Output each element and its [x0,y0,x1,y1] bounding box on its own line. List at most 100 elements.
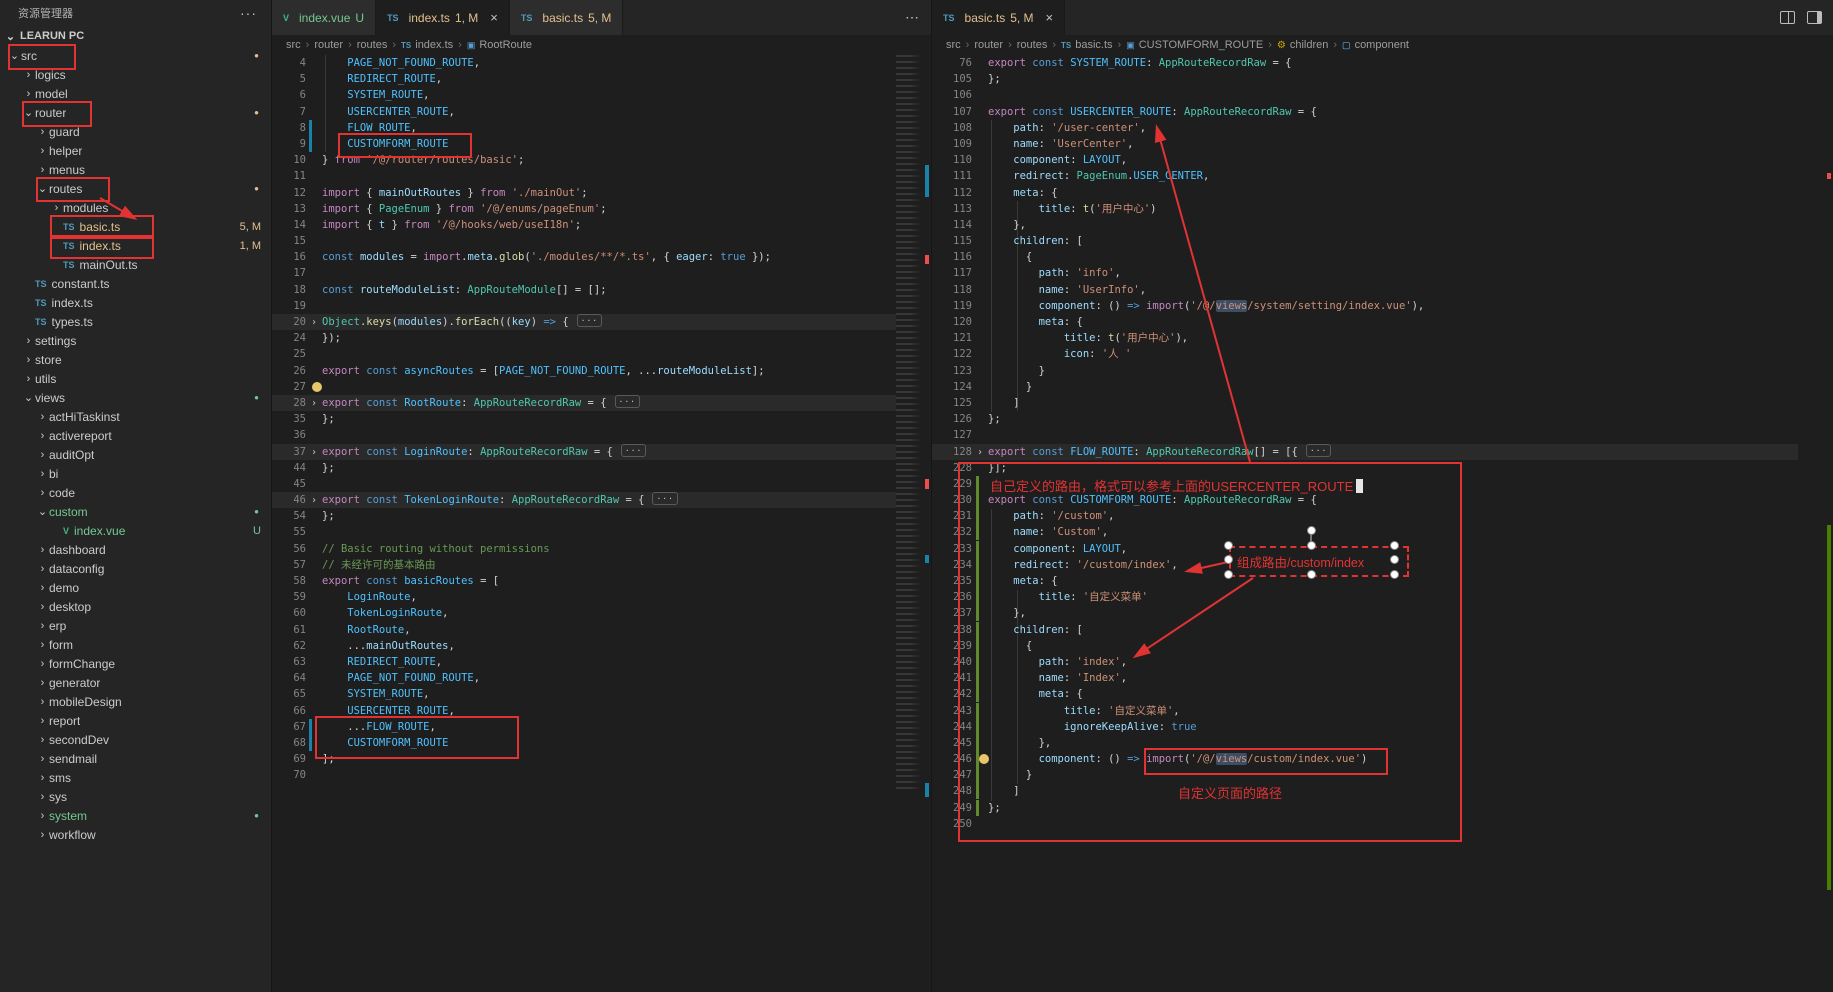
tree-item-auditOpt[interactable]: ›auditOpt [0,445,271,464]
code-line-105[interactable]: 105}; [932,71,1798,87]
more-actions-icon[interactable]: ··· [240,5,257,21]
code-line-45[interactable]: 45 [272,476,896,492]
code-line-65[interactable]: 65 SYSTEM_ROUTE, [272,686,896,702]
code-line-111[interactable]: 111 redirect: PageEnum.USER_CENTER, [932,168,1798,184]
code-line-109[interactable]: 109 name: 'UserCenter', [932,136,1798,152]
fold-collapsed-icon[interactable]: › [306,396,322,412]
tree-item-mainOut.ts[interactable]: TSmainOut.ts [0,255,271,274]
tree-item-views[interactable]: ⌄views● [0,388,271,407]
code-line-58[interactable]: 58export const basicRoutes = [ [272,573,896,589]
code-line-6[interactable]: 6 SYSTEM_ROUTE, [272,87,896,103]
code-line-235[interactable]: 235 meta: { [932,573,1798,589]
tree-item-sys[interactable]: ›sys [0,787,271,806]
code-line-238[interactable]: 238 children: [ [932,622,1798,638]
code-line-44[interactable]: 44}; [272,460,896,476]
code-line-68[interactable]: 68 CUSTOMFORM_ROUTE [272,735,896,751]
overview-ruler[interactable] [922,55,932,815]
code-line-24[interactable]: 24}); [272,330,896,346]
tree-item-sms[interactable]: ›sms [0,768,271,787]
fold-collapsed-icon[interactable]: › [972,445,988,461]
code-line-57[interactable]: 57// 未经许可的基本路由 [272,557,896,573]
code-line-64[interactable]: 64 PAGE_NOT_FOUND_ROUTE, [272,670,896,686]
folded-code-ellipsis[interactable]: ··· [615,395,640,408]
tree-item-guard[interactable]: ›guard [0,122,271,141]
code-line-120[interactable]: 120 meta: { [932,314,1798,330]
tab-index.vue[interactable]: Vindex.vueU [272,0,376,35]
tree-item-logics[interactable]: ›logics [0,65,271,84]
tree-item-helper[interactable]: ›helper [0,141,271,160]
code-line-61[interactable]: 61 RootRoute, [272,622,896,638]
tree-item-index.ts[interactable]: TSindex.ts1, M [0,236,271,255]
code-line-63[interactable]: 63 REDIRECT_ROUTE, [272,654,896,670]
code-line-127[interactable]: 127 [932,427,1798,443]
code-line-7[interactable]: 7 USERCENTER_ROUTE, [272,104,896,120]
code-line-54[interactable]: 54}; [272,508,896,524]
code-line-125[interactable]: 125 ] [932,395,1798,411]
tree-item-index.vue[interactable]: Vindex.vueU [0,521,271,540]
code-line-16[interactable]: 16const modules = import.meta.glob('./mo… [272,249,896,265]
code-line-26[interactable]: 26export const asyncRoutes = [PAGE_NOT_F… [272,363,896,379]
code-line-10[interactable]: 10} from '/@/router/routes/basic'; [272,152,896,168]
close-icon[interactable]: × [490,11,498,24]
code-line-27[interactable]: 27 [272,379,896,395]
code-line-60[interactable]: 60 TokenLoginRoute, [272,605,896,621]
tab-basic.ts[interactable]: TSbasic.ts5, M [510,0,624,35]
fold-collapsed-icon[interactable]: › [306,445,322,461]
tree-item-secondDev[interactable]: ›secondDev [0,730,271,749]
code-line-233[interactable]: 233 component: LAYOUT, [932,541,1798,557]
code-line-249[interactable]: 249}; [932,800,1798,816]
code-line-124[interactable]: 124 } [932,379,1798,395]
code-line-229[interactable]: 229 [932,476,1798,492]
breadcrumb-RootRoute[interactable]: ▣RootRoute [467,39,532,51]
code-line-69[interactable]: 69]; [272,751,896,767]
tree-item-bi[interactable]: ›bi [0,464,271,483]
breadcrumb-basic.ts[interactable]: TSbasic.ts [1061,39,1113,51]
code-line-20[interactable]: 20›Object.keys(modules).forEach((key) =>… [272,314,896,330]
tree-item-settings[interactable]: ›settings [0,331,271,350]
tree-item-workflow[interactable]: ›workflow [0,825,271,844]
close-icon[interactable]: × [1046,11,1054,24]
code-line-117[interactable]: 117 path: 'info', [932,265,1798,281]
breadcrumb-src[interactable]: src [286,39,301,51]
code-line-115[interactable]: 115 children: [ [932,233,1798,249]
code-line-13[interactable]: 13import { PageEnum } from '/@/enums/pag… [272,201,896,217]
code-line-70[interactable]: 70 [272,767,896,783]
code-line-246[interactable]: 246 component: () => import('/@/views/cu… [932,751,1798,767]
code-line-243[interactable]: 243 title: '自定义菜单', [932,703,1798,719]
code-line-248[interactable]: 248 ] [932,783,1798,799]
more-actions-icon[interactable]: ⋯ [905,9,920,26]
folded-code-ellipsis[interactable]: ··· [577,314,602,327]
code-line-247[interactable]: 247 } [932,767,1798,783]
code-line-119[interactable]: 119 component: () => import('/@/views/sy… [932,298,1798,314]
tree-item-dataconfig[interactable]: ›dataconfig [0,559,271,578]
code-line-35[interactable]: 35}; [272,411,896,427]
code-line-126[interactable]: 126}; [932,411,1798,427]
code-line-28[interactable]: 28›export const RootRoute: AppRouteRecor… [272,395,896,411]
tree-item-menus[interactable]: ›menus [0,160,271,179]
code-line-66[interactable]: 66 USERCENTER_ROUTE, [272,703,896,719]
code-line-122[interactable]: 122 icon: '人 ' [932,346,1798,362]
code-line-245[interactable]: 245 }, [932,735,1798,751]
breadcrumb-router[interactable]: router [974,39,1003,51]
tree-item-desktop[interactable]: ›desktop [0,597,271,616]
code-line-36[interactable]: 36 [272,427,896,443]
code-line-234[interactable]: 234 redirect: '/custom/index', [932,557,1798,573]
workspace-section[interactable]: ⌄ LEARUN PC [0,26,271,46]
tree-item-store[interactable]: ›store [0,350,271,369]
tree-item-types.ts[interactable]: TStypes.ts [0,312,271,331]
breadcrumb-index.ts[interactable]: TSindex.ts [401,39,453,51]
folded-code-ellipsis[interactable]: ··· [621,444,646,457]
code-line-110[interactable]: 110 component: LAYOUT, [932,152,1798,168]
breadcrumb-children[interactable]: ⚙children [1277,39,1329,51]
code-line-4[interactable]: 4 PAGE_NOT_FOUND_ROUTE, [272,55,896,71]
tree-item-utils[interactable]: ›utils [0,369,271,388]
tree-item-activereport[interactable]: ›activereport [0,426,271,445]
tree-item-formChange[interactable]: ›formChange [0,654,271,673]
code-line-113[interactable]: 113 title: t('用户中心') [932,201,1798,217]
tree-item-src[interactable]: ⌄src● [0,46,271,65]
code-line-5[interactable]: 5 REDIRECT_ROUTE, [272,71,896,87]
code-line-62[interactable]: 62 ...mainOutRoutes, [272,638,896,654]
code-line-114[interactable]: 114 }, [932,217,1798,233]
tree-item-constant.ts[interactable]: TSconstant.ts [0,274,271,293]
code-line-9[interactable]: 9 CUSTOMFORM_ROUTE [272,136,896,152]
